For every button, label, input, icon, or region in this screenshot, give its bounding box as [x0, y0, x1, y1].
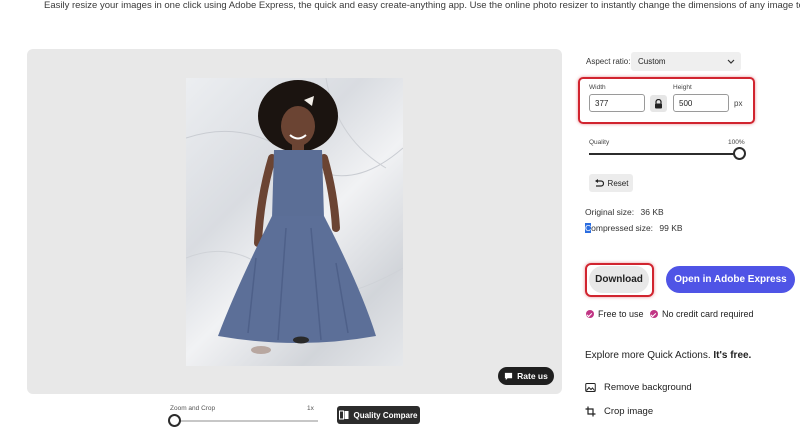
unit-label: px [734, 99, 743, 108]
chevron-down-icon [727, 59, 735, 64]
perk-no-credit-card: No credit card required [650, 309, 754, 319]
compressed-size-value: 99 KB [659, 223, 683, 233]
lock-icon [655, 98, 662, 108]
quality-slider-handle[interactable] [732, 147, 746, 160]
compare-icon [339, 410, 349, 420]
quick-action-remove-background[interactable]: Remove background [585, 382, 692, 393]
width-label: Width [589, 84, 606, 91]
perk-free-to-use: Free to use [586, 309, 644, 319]
undo-icon [594, 178, 604, 187]
reset-button[interactable]: Reset [589, 174, 633, 192]
remove-background-label: Remove background [604, 382, 692, 393]
original-size-label: Original size: [585, 207, 635, 217]
perk-card-label: No credit card required [662, 309, 754, 319]
height-input[interactable]: 500 [673, 94, 729, 112]
image-preview-area: Rate us [27, 49, 562, 394]
reset-label: Reset [607, 178, 629, 188]
quality-compare-button[interactable]: Quality Compare [337, 406, 420, 424]
checkmark-icon [586, 310, 594, 318]
aspect-ratio-value: Custom [638, 57, 666, 66]
explore-label: Explore more Quick Actions. [585, 350, 711, 361]
image-icon [585, 383, 596, 392]
zoom-crop-label: Zoom and Crop [170, 405, 216, 412]
height-label: Height [673, 84, 692, 91]
original-size-value: 36 KB [640, 207, 664, 217]
quality-slider-track[interactable] [589, 153, 739, 155]
zoom-slider-track[interactable] [174, 420, 318, 422]
open-in-adobe-express-button[interactable]: Open in Adobe Express [666, 266, 795, 293]
intro-text: Easily resize your images in one click u… [44, 0, 800, 11]
aspect-ratio-select[interactable]: Custom [631, 52, 741, 71]
aspect-ratio-label: Aspect ratio: [586, 57, 631, 66]
compressed-size-label: ompressed size: [591, 223, 654, 233]
compressed-size-row: Compressed size: 99 KB [585, 223, 683, 233]
original-size-row: Original size: 36 KB [585, 207, 664, 217]
crop-image-label: Crop image [604, 406, 654, 417]
rate-chat-icon [505, 372, 513, 380]
rate-us-button[interactable]: Rate us [498, 367, 554, 385]
explore-quick-actions-text: Explore more Quick Actions. It's free. [585, 350, 751, 361]
quality-compare-label: Quality Compare [353, 410, 418, 420]
zoom-slider-handle[interactable] [167, 414, 181, 427]
quality-label: Quality [589, 139, 610, 146]
width-input[interactable]: 377 [589, 94, 645, 112]
zoom-value: 1x [307, 405, 314, 412]
checkmark-icon [650, 310, 658, 318]
quick-action-crop-image[interactable]: Crop image [585, 406, 653, 417]
explore-bold-label: It's free. [713, 350, 752, 361]
rate-us-label: Rate us [517, 371, 548, 381]
photo-preview [186, 78, 403, 366]
quality-value: 100% [728, 139, 745, 146]
crop-icon [585, 406, 596, 417]
perk-free-label: Free to use [598, 309, 644, 319]
aspect-lock-button[interactable] [650, 95, 667, 112]
download-button[interactable]: Download [589, 266, 649, 293]
girl-in-dress-illustration [186, 78, 403, 354]
